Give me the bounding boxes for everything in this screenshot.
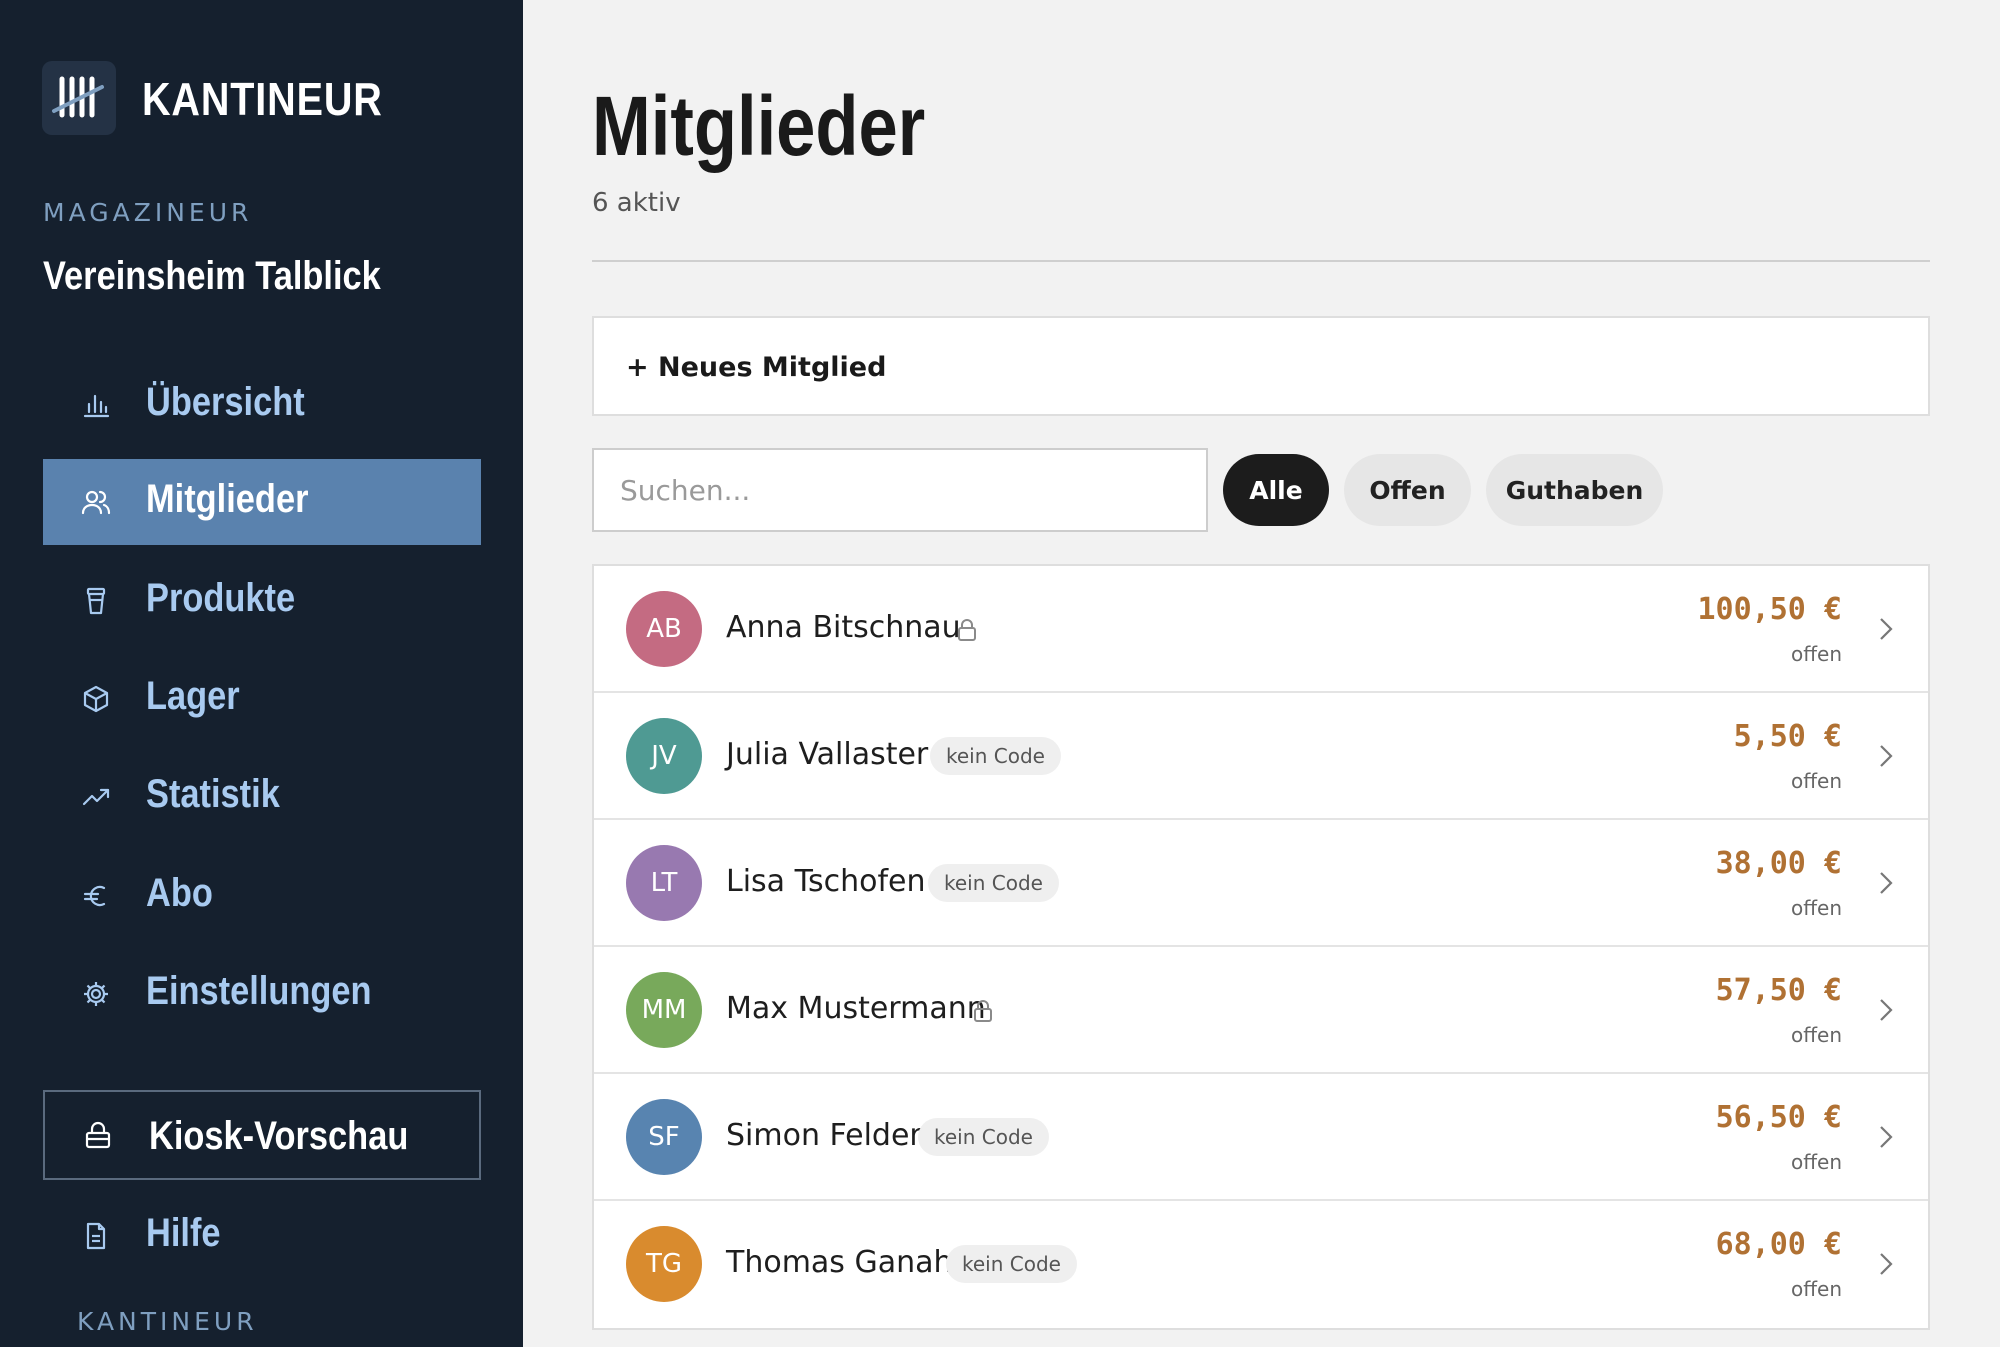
nav-label: Mitglieder xyxy=(146,477,309,521)
nav-label: Lager xyxy=(146,674,240,718)
box-icon xyxy=(83,685,109,713)
member-status: offen xyxy=(1791,1023,1842,1047)
member-amount: 56,50 € xyxy=(1715,1100,1842,1135)
page-subtitle: 6 aktiv xyxy=(592,188,681,218)
search-input[interactable] xyxy=(592,448,1208,532)
member-amount: 57,50 € xyxy=(1715,973,1842,1008)
nav-item-mitglieder[interactable]: Mitglieder xyxy=(43,459,481,545)
no-code-badge: kein Code xyxy=(918,1118,1049,1156)
member-amount: 38,00 € xyxy=(1715,846,1842,881)
venue-name: Vereinsheim Talblick xyxy=(43,254,381,298)
gear-icon xyxy=(84,982,108,1006)
member-status: offen xyxy=(1791,642,1842,666)
member-list: AB Anna Bitschnau 100,50 € offen JV Juli… xyxy=(592,564,1930,1330)
footer-label: KANTINEUR xyxy=(77,1307,258,1336)
chevron-right-icon xyxy=(1880,999,1893,1021)
member-amount: 68,00 € xyxy=(1715,1227,1842,1262)
nav-label: Abo xyxy=(146,871,213,915)
member-row[interactable]: SF Simon Felder kein Code 56,50 € offen xyxy=(594,1074,1928,1201)
new-member-label: + Neues Mitglied xyxy=(626,352,887,383)
lock-icon xyxy=(85,1121,111,1149)
avatar: AB xyxy=(626,591,702,667)
nav-label: Übersicht xyxy=(146,380,305,424)
euro-icon xyxy=(83,885,106,907)
trend-icon xyxy=(82,788,110,806)
chevron-right-icon xyxy=(1880,745,1893,767)
member-name: Thomas Ganahl xyxy=(726,1245,961,1280)
member-status: offen xyxy=(1791,896,1842,920)
chevron-right-icon xyxy=(1880,618,1893,640)
sidebar: KANTINEUR MAGAZINEUR Vereinsheim Talblic… xyxy=(0,0,523,1347)
nav-item-uebersicht[interactable]: Übersicht xyxy=(43,362,481,448)
avatar: TG xyxy=(626,1226,702,1302)
member-status: offen xyxy=(1791,769,1842,793)
nav-item-abo[interactable]: Abo xyxy=(43,853,481,939)
kiosk-preview-button[interactable]: Kiosk-Vorschau xyxy=(43,1090,481,1180)
kiosk-label: Kiosk-Vorschau xyxy=(149,1114,409,1158)
no-code-badge: kein Code xyxy=(946,1245,1077,1283)
logo xyxy=(42,61,116,135)
lock-icon xyxy=(958,619,976,641)
member-status: offen xyxy=(1791,1150,1842,1174)
member-name: Anna Bitschnau xyxy=(726,610,961,645)
cup-icon xyxy=(86,587,106,615)
member-row[interactable]: LT Lisa Tschofen kein Code 38,00 € offen xyxy=(594,820,1928,947)
chevron-right-icon xyxy=(1880,1253,1893,1275)
lock-icon xyxy=(974,1000,992,1022)
no-code-badge: kein Code xyxy=(930,737,1061,775)
filter-alle[interactable]: Alle xyxy=(1223,454,1329,526)
chevron-right-icon xyxy=(1880,872,1893,894)
nav-item-hilfe[interactable]: Hilfe xyxy=(43,1193,481,1279)
page-title: Mitglieder xyxy=(592,79,926,173)
filter-guthaben[interactable]: Guthaben xyxy=(1486,454,1663,526)
member-row[interactable]: MM Max Mustermann 57,50 € offen xyxy=(594,947,1928,1074)
nav-item-lager[interactable]: Lager xyxy=(43,656,481,742)
nav-item-produkte[interactable]: Produkte xyxy=(43,558,481,644)
avatar: SF xyxy=(626,1099,702,1175)
nav-label: Produkte xyxy=(146,576,296,620)
member-status: offen xyxy=(1791,1277,1842,1301)
nav-label: Statistik xyxy=(146,772,280,816)
chevron-right-icon xyxy=(1880,1126,1893,1148)
nav-label: Hilfe xyxy=(146,1211,221,1255)
member-name: Max Mustermann xyxy=(726,991,986,1026)
member-name: Simon Felder xyxy=(726,1118,922,1153)
avatar: LT xyxy=(626,845,702,921)
member-amount: 5,50 € xyxy=(1733,719,1842,754)
document-icon xyxy=(86,1222,106,1250)
member-name: Lisa Tschofen xyxy=(726,864,926,899)
member-row[interactable]: TG Thomas Ganahl kein Code 68,00 € offen xyxy=(594,1201,1928,1328)
tally-logo-icon xyxy=(52,76,104,118)
no-code-badge: kein Code xyxy=(928,864,1059,902)
avatar: MM xyxy=(626,972,702,1048)
users-icon xyxy=(81,490,111,515)
nav-label: Einstellungen xyxy=(146,969,372,1013)
member-row[interactable]: AB Anna Bitschnau 100,50 € offen xyxy=(594,566,1928,693)
divider xyxy=(592,260,1930,262)
role-label: MAGAZINEUR xyxy=(43,198,253,227)
bar-chart-icon xyxy=(83,394,110,418)
member-name: Julia Vallaster xyxy=(726,737,929,772)
brand-name: KANTINEUR xyxy=(142,73,383,125)
avatar: JV xyxy=(626,718,702,794)
member-row[interactable]: JV Julia Vallaster kein Code 5,50 € offe… xyxy=(594,693,1928,820)
member-amount: 100,50 € xyxy=(1697,592,1843,627)
nav-item-einstellungen[interactable]: Einstellungen xyxy=(43,951,481,1037)
filter-offen[interactable]: Offen xyxy=(1344,454,1471,526)
new-member-button[interactable]: + Neues Mitglied xyxy=(592,316,1930,416)
nav-item-statistik[interactable]: Statistik xyxy=(43,754,481,840)
